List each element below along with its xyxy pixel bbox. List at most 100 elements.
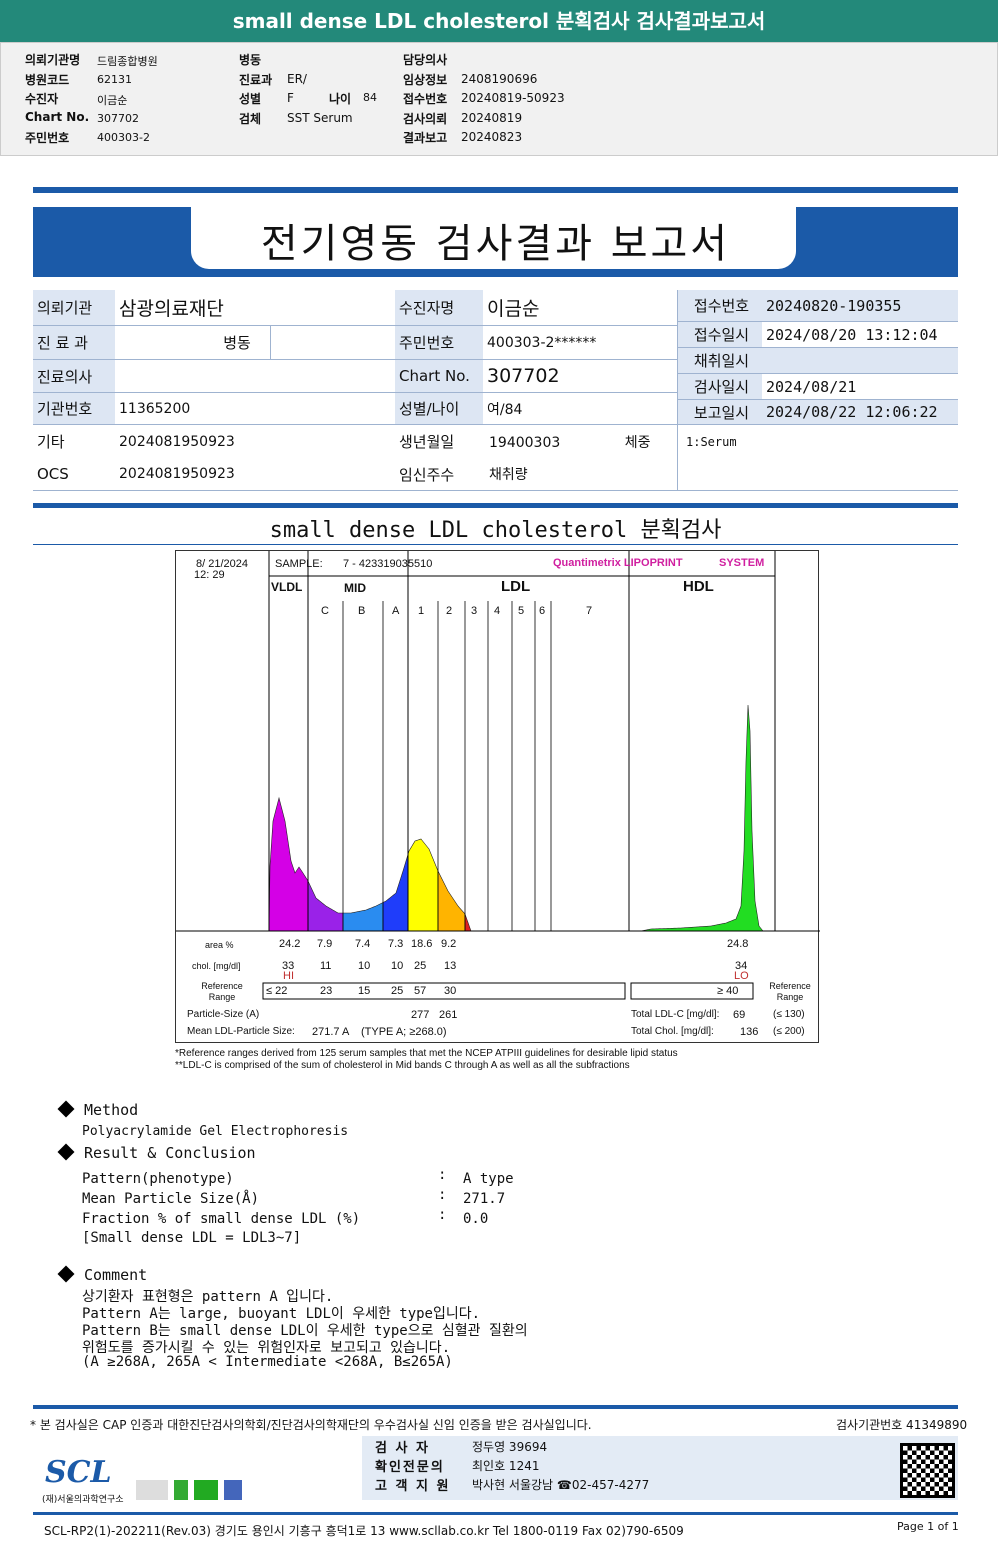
total-ldl-value: 69 [733,1009,746,1021]
table-label: 보고일시 [677,400,762,425]
lipoprint-densitogram: 8/ 21/2024 12: 29 SAMPLE: 7 - 423319035510 Q… [175,550,820,1043]
sample-id: 7 - 423319035510 [343,558,433,570]
info-label: 진료과 [239,73,273,87]
info-value: 307702 [97,112,139,125]
group-label-ldl: LDL [501,578,531,595]
report-banner: 전기영동 검사결과 보고서 [33,207,958,277]
info-value: 20240819-50923 [461,91,565,105]
band-label: 3 [471,605,478,617]
info-label: 결과보고 [403,131,448,145]
band-ldl1 [407,838,439,932]
mean-particle-size: 271.7 A [312,1026,350,1038]
table-value: 채취량 [489,467,528,483]
info-label: 병동 [239,53,262,67]
info-value: 드림종합병원 [97,55,158,68]
band-label: 1 [418,605,425,617]
result-title: Result & Conclusion [84,1144,256,1162]
band-label: B [358,605,366,617]
ward-value [270,326,395,360]
area-value: 7.9 [317,938,333,950]
band-label: 7 [586,605,593,617]
particle-type: (TYPE A; ≥268.0) [361,1026,447,1038]
info-label: 담당의사 [403,53,448,67]
table-value: 2024/08/22 12:06:22 [762,400,958,425]
report-header-title: small dense LDL cholesterol 분획검사 검사결과보고서 [0,0,998,42]
area-value: 9.2 [441,938,457,950]
info-label: 의뢰기관명 [25,53,81,67]
page-number: Page 1 of 1 [897,1520,959,1533]
table-label: 기관번호 [33,393,115,425]
info-value: SST Serum [287,111,353,125]
flag-low: LO [734,970,749,982]
staff-name: 박사현 서울강남 ☎02-457-4277 [472,1478,650,1492]
reference-value: ≤ 22 [266,985,288,997]
qr-code [900,1443,955,1498]
table-value: 2024/08/21 [762,374,958,400]
band-vldl [268,796,309,932]
band-mid-a [382,854,409,932]
total-chol-value: 136 [740,1026,759,1038]
band-mid-b [342,902,384,932]
reference-value: 57 [414,985,427,997]
info-value: 20240823 [461,130,523,144]
row-label: Reference Range [769,981,811,1002]
reference-value: 25 [391,985,404,997]
table-label: Chart No. [395,360,483,393]
info-value: 2408190696 [461,72,538,86]
chart-time: 12: 29 [194,569,225,581]
comment-title: Comment [84,1266,148,1284]
table-label: 접수일시 [677,322,762,348]
band-label: A [392,605,400,617]
table-label: 성별/나이 [395,393,483,425]
staff-role: 검 사 자 [375,1441,430,1456]
staff-role: 고 객 지 원 [375,1479,451,1494]
staff-name: 최인호 1241 [472,1459,540,1473]
staff-role: 확인전문의 [375,1460,445,1475]
area-value: 7.3 [388,938,404,950]
band-label: 6 [539,605,546,617]
flag-high: HI [283,970,294,982]
info-value: 이금순 [97,94,128,107]
scl-logo: SCL [45,1455,112,1490]
group-label-hdl: HDL [683,578,714,595]
scl-logo-subtitle: (재)서울의과학연구소 [42,1495,124,1505]
info-value: ER/ [287,72,307,86]
info-value: 62131 [97,73,132,86]
institution-number: 검사기관번호 41349890 [836,1418,968,1432]
table-label: 진료의사 [33,360,115,393]
chol-value: 11 [320,960,332,972]
area-value: 18.6 [411,938,433,950]
table-label: 채취일시 [677,348,762,374]
info-label: 검체 [239,112,262,126]
method-text: Polyacrylamide Gel Electrophoresis [82,1124,349,1139]
result-label: Pattern(phenotype) [82,1171,234,1187]
table-value [762,348,958,374]
result-value: 0.0 [463,1211,489,1227]
result-value: 271.7 [463,1191,506,1207]
table-value: 307702 [483,360,677,393]
diamond-icon [57,1143,75,1161]
total-chol-ref: (≤ 200) [773,1026,805,1037]
table-value: 19400303 체중 [489,434,651,451]
info-label: Chart No. [25,110,90,124]
brand-system: SYSTEM [719,557,765,569]
total-ldl-ref: (≤ 130) [773,1009,805,1020]
info-label: 수진자 [25,92,59,106]
diamond-icon [57,1265,75,1283]
ward-label: 병동 [200,326,270,360]
table-label: 접수번호 [677,290,762,322]
table-value: 11365200 [115,393,395,425]
method-heading: Method [56,1100,138,1119]
result-label: Mean Particle Size(Å) [82,1191,260,1207]
band-mid-c [307,880,344,932]
row-label: Mean LDL-Particle Size: [187,1026,295,1037]
info-label: 임상정보 [403,73,448,87]
lab-address: SCL-RP2(1)-202211(Rev.03) 경기도 용인시 기흥구 흥덕… [44,1524,684,1538]
info-label: 성별 [239,92,262,106]
table-value: 400303-2****** [483,326,677,360]
staff-name: 정두영 39694 [472,1440,548,1454]
reference-value: 30 [444,985,457,997]
band-hdl [640,704,764,932]
chart-footnote: *Reference ranges derived from 125 serum… [175,1048,678,1059]
group-label-vldl: VLDL [271,580,303,594]
